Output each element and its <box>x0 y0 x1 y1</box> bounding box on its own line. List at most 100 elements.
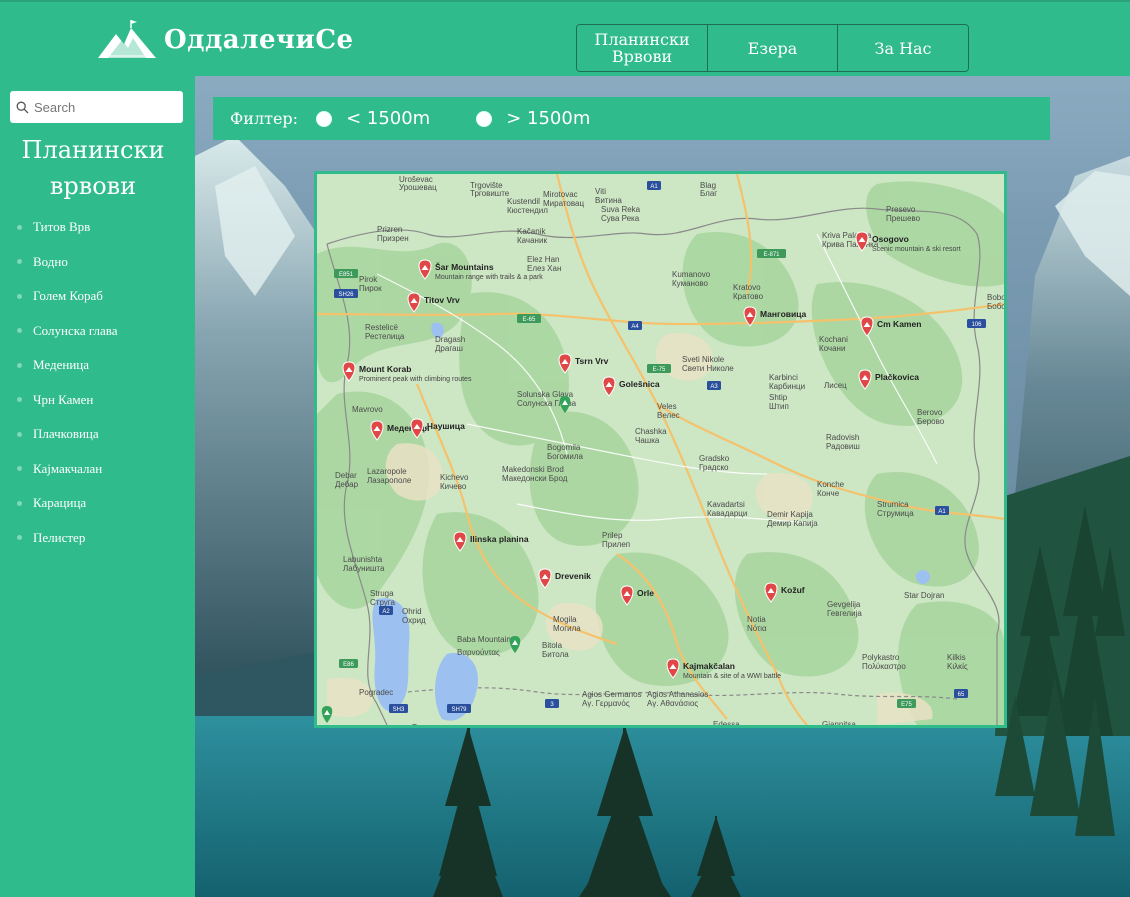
peak-list-item[interactable]: Голем Кораб <box>17 279 118 314</box>
map-city-label: Struga <box>370 589 394 598</box>
map-city-label: Polykastro <box>862 653 900 662</box>
peak-label: Меденица <box>33 357 90 373</box>
peak-list-item[interactable]: Плачковица <box>17 417 118 452</box>
road-shield: A1 <box>647 181 661 190</box>
map-city-label: Prilep <box>602 531 623 540</box>
svg-text:SH79: SH79 <box>451 707 467 713</box>
map-city-label: Куманово <box>672 279 709 288</box>
map-city-label: Урошевац <box>399 183 437 192</box>
nav-lakes[interactable]: Езера <box>708 25 838 71</box>
map-city-label: Крива Паланка <box>822 240 879 249</box>
map-city-label: Миратовац <box>543 199 584 208</box>
brand-logo[interactable]: ОддалечиСе <box>98 16 354 64</box>
radio-button[interactable] <box>476 110 493 127</box>
map-city-label: Кочани <box>819 344 845 353</box>
map-city-label: Градско <box>699 463 729 472</box>
map-marker-description: Mountain range with trails & a park <box>435 274 543 281</box>
map-city-label: Kavadartsi <box>707 500 745 509</box>
road-shield: SH79 <box>447 704 471 713</box>
peak-list-item[interactable]: Солунска глава <box>17 314 118 349</box>
map-city-label: Охрид <box>402 616 426 625</box>
nav-mountain-peaks[interactable]: Планински Врвови <box>577 25 708 71</box>
filter-option-above-1500[interactable]: > 1500m <box>476 108 590 129</box>
map-city-label: Labunishta <box>343 555 383 564</box>
search-input[interactable] <box>34 99 174 115</box>
svg-text:A2: A2 <box>382 609 390 615</box>
map-city-label: Mogila <box>553 615 577 624</box>
peak-list-item[interactable]: Титов Врв <box>17 210 118 245</box>
peak-list-item[interactable]: Чрн Камен <box>17 383 118 418</box>
map-city-label: Kačanik <box>517 227 546 236</box>
map-city-label: Κιλκίς <box>947 662 968 671</box>
bullet-icon <box>17 224 22 230</box>
map-city-label: Бобов дол <box>987 302 1004 311</box>
peak-list-item[interactable]: Меденица <box>17 348 118 383</box>
search-icon <box>16 101 29 113</box>
peak-label: Карацица <box>33 495 87 511</box>
peak-list-item[interactable]: Водно <box>17 245 118 280</box>
map-city-label: Конче <box>817 489 840 498</box>
map-city-label: Αγ. Αθανάσιος <box>647 699 698 708</box>
map-city-label: Берово <box>917 417 945 426</box>
map-city-label: Pogradec <box>359 688 393 697</box>
map-city-label: Пирок <box>359 284 382 293</box>
road-shield: E-65 <box>517 314 541 323</box>
map-city-label: Konche <box>817 480 845 489</box>
peak-label: Солунска глава <box>33 322 118 338</box>
map-marker-label: Šar Mountains <box>435 261 494 272</box>
map-city-label: Νότια <box>747 624 767 633</box>
map-city-label: Карбинци <box>769 382 805 391</box>
map-city-label: Viti <box>595 187 606 196</box>
bullet-icon <box>17 397 22 403</box>
peak-label: Кајмакчалан <box>33 460 103 476</box>
map-marker-label: Titov Vrv <box>424 295 460 305</box>
search-box[interactable] <box>10 91 183 123</box>
map-city-label: Gradsko <box>699 454 730 463</box>
map-city-label: Kustendil <box>507 197 540 206</box>
map-city-label: Лисец <box>824 381 847 390</box>
map-city-label: Струмица <box>877 509 914 518</box>
map-marker-label: Orle <box>637 588 654 598</box>
svg-text:E-65: E-65 <box>523 317 536 323</box>
map-city-label: Призрен <box>377 234 409 243</box>
road-shield: 65 <box>954 689 968 698</box>
radio-button[interactable] <box>316 110 333 127</box>
top-header: ОддалечиСе Планински Врвови Езера За Нас <box>0 0 1130 76</box>
map-city-label: Prizren <box>377 225 402 234</box>
peak-list-item[interactable]: Пелистер <box>17 521 118 556</box>
peak-list-item[interactable]: Кајмакчалан <box>17 452 118 487</box>
bullet-icon <box>17 328 22 334</box>
svg-text:E-871: E-871 <box>763 252 780 258</box>
map-city-label: Pirok <box>359 275 378 284</box>
map-city-label: Кратово <box>733 292 764 301</box>
map-city-label: Демир Капија <box>767 519 818 528</box>
filter-option-below-1500[interactable]: < 1500m <box>316 108 430 129</box>
map-city-label: Свети Николе <box>682 364 734 373</box>
map-city-label: Mavrovo <box>352 405 383 414</box>
peak-list-item[interactable]: Карацица <box>17 486 118 521</box>
map-marker-label: Tsrn Vrv <box>575 356 609 366</box>
nav-about[interactable]: За Нас <box>838 25 968 71</box>
map-marker-label: Golešnica <box>619 379 660 389</box>
map-marker-label: Osogovo <box>872 234 909 244</box>
bullet-icon <box>17 362 22 368</box>
map-city-label: Dragash <box>435 335 465 344</box>
map[interactable]: Kumanovo Куманово Prizren Призрен Kačanik Кач… <box>314 171 1007 728</box>
map-city-label: Star Dojran <box>904 591 944 600</box>
main-nav: Планински Врвови Езера За Нас <box>576 24 969 72</box>
map-city-label: Πολύκαστρο <box>862 662 906 671</box>
peak-list: Титов Врв Водно Голем Кораб Солунска гла… <box>17 210 118 555</box>
road-shield: 106 <box>967 319 986 328</box>
map-city-label: Presevo <box>886 205 916 214</box>
map-city-label: Битола <box>542 650 569 659</box>
map-city-label: Кичево <box>440 482 467 491</box>
map-city-label: Notia <box>747 615 766 624</box>
map-city-label: Lazaropole <box>367 467 407 476</box>
map-city-label: Sveti Nikole <box>682 355 725 364</box>
map-city-label: Debar <box>335 471 357 480</box>
map-city-label: Strumica <box>877 500 909 509</box>
svg-text:A4: A4 <box>631 324 639 330</box>
map-canvas[interactable]: KumanovoКуманово PrizrenПризрен KačanikКач… <box>317 174 1004 725</box>
map-marker-label: Drevenik <box>555 571 591 581</box>
map-city-label: Kumanovo <box>672 270 711 279</box>
